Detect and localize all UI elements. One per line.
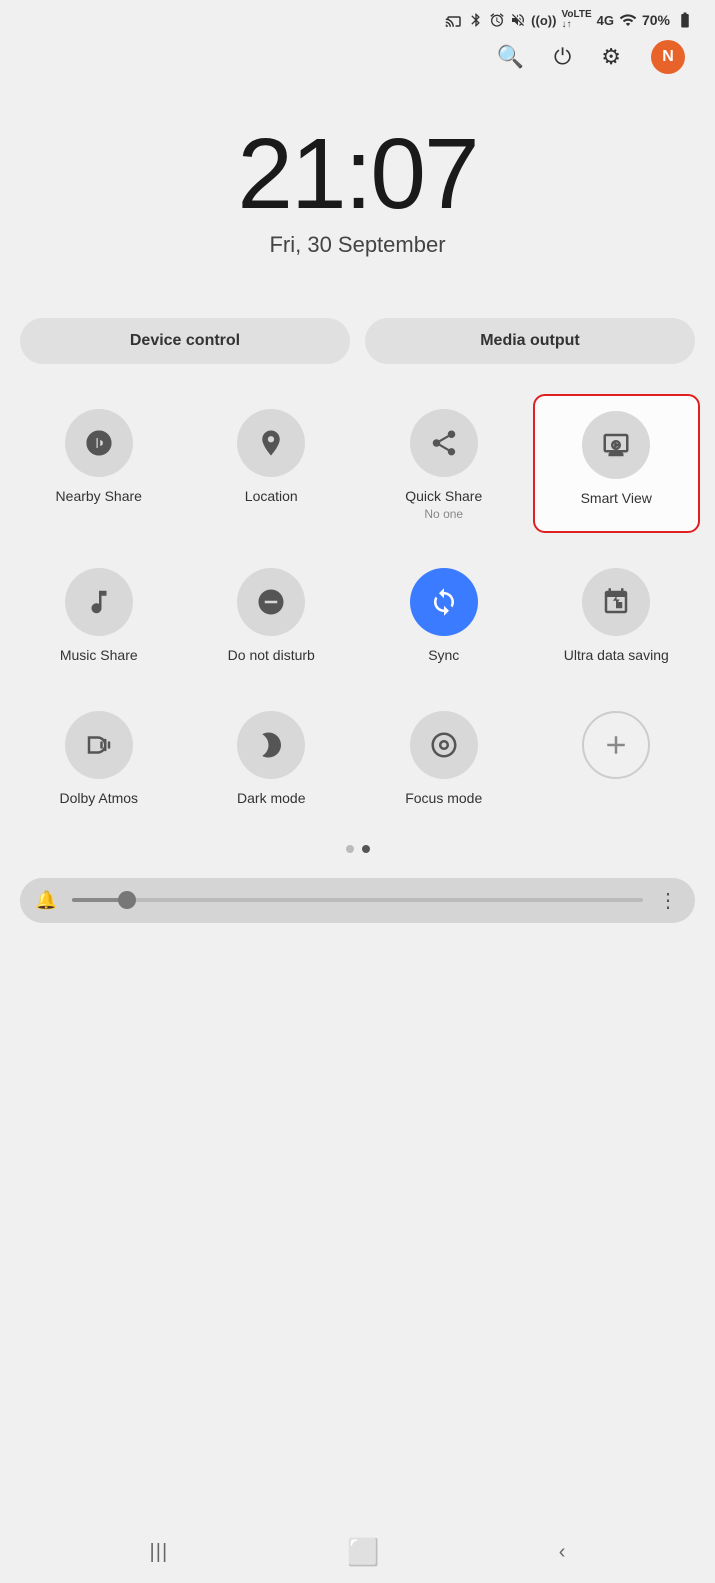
bluetooth-icon xyxy=(468,11,484,29)
ultra-data-icon xyxy=(601,587,631,617)
music-share-icon xyxy=(84,587,114,617)
volume-more-button[interactable]: ⋮ xyxy=(658,888,680,913)
volume-bar[interactable]: 🔔 ⋮ xyxy=(20,878,695,923)
clock-section: 21:07 Fri, 30 September xyxy=(0,84,715,318)
media-output-button[interactable]: Media output xyxy=(365,318,695,364)
tile-ultra-data[interactable]: Ultra data saving xyxy=(533,553,701,676)
tile-focus-mode[interactable]: Focus mode xyxy=(360,696,528,819)
sync-label: Sync xyxy=(428,646,459,664)
quick-share-icon-wrap xyxy=(410,409,478,477)
smart-view-icon xyxy=(601,430,631,460)
tile-dolby-atmos[interactable]: Dolby Atmos xyxy=(15,696,183,819)
cast-icon xyxy=(445,11,463,29)
notification-button[interactable]: N xyxy=(651,40,685,74)
nearby-share-label: Nearby Share xyxy=(56,487,142,505)
dnd-icon xyxy=(256,587,286,617)
nav-bar: ||| ⬜ ‹ xyxy=(0,1522,715,1583)
tile-smart-view[interactable]: Smart View xyxy=(533,394,701,533)
home-button[interactable]: ⬜ xyxy=(347,1537,379,1568)
sync-icon xyxy=(429,587,459,617)
location-icon-wrap xyxy=(237,409,305,477)
volte-icon: VoLTE↓↑ xyxy=(561,10,591,30)
status-bar: ((o)) VoLTE↓↑ 4G 70% xyxy=(0,0,715,35)
quick-share-label: Quick Share xyxy=(405,487,482,505)
settings-button[interactable]: ⚙ xyxy=(601,44,621,70)
volume-icon: 🔔 xyxy=(35,890,57,911)
wifi-call-icon: ((o)) xyxy=(531,13,556,28)
search-button[interactable]: 🔍 xyxy=(496,44,523,70)
device-control-button[interactable]: Device control xyxy=(20,318,350,364)
tile-do-not-disturb[interactable]: Do not disturb xyxy=(188,553,356,676)
location-pin-icon xyxy=(256,428,286,458)
quick-share-sublabel: No one xyxy=(424,507,463,521)
dolby-icon-wrap xyxy=(65,711,133,779)
dark-mode-icon-wrap xyxy=(237,711,305,779)
volume-knob[interactable] xyxy=(118,891,136,909)
tile-quick-share[interactable]: Quick Share No one xyxy=(360,394,528,533)
location-label: Location xyxy=(245,487,298,505)
dark-mode-label: Dark mode xyxy=(237,789,305,807)
tiles-row-2: Music Share Do not disturb Sync Ultra da… xyxy=(0,543,715,686)
tile-add[interactable] xyxy=(533,696,701,819)
clock-time: 21:07 xyxy=(20,124,695,224)
dot-2 xyxy=(362,845,370,853)
status-icons: ((o)) VoLTE↓↑ 4G 70% xyxy=(445,10,695,30)
dnd-icon-wrap xyxy=(237,568,305,636)
focus-mode-icon-wrap xyxy=(410,711,478,779)
tile-sync[interactable]: Sync xyxy=(360,553,528,676)
dot-1 xyxy=(346,845,354,853)
nearby-share-icon-wrap xyxy=(65,409,133,477)
page-dots xyxy=(0,830,715,873)
tiles-row-1: Nearby Share Location Quick Share No one xyxy=(0,384,715,543)
tiles-row-3: Dolby Atmos Dark mode Focus mode xyxy=(0,686,715,829)
action-bar: 🔍 ⏻ ⚙ N xyxy=(0,35,715,84)
tile-nearby-share[interactable]: Nearby Share xyxy=(15,394,183,533)
quick-share-icon xyxy=(429,428,459,458)
battery-icon xyxy=(675,11,695,29)
smart-view-icon-wrap xyxy=(582,411,650,479)
tile-dark-mode[interactable]: Dark mode xyxy=(188,696,356,819)
ultra-data-icon-wrap xyxy=(582,568,650,636)
music-share-label: Music Share xyxy=(60,646,138,664)
sync-icon-wrap xyxy=(410,568,478,636)
dolby-label: Dolby Atmos xyxy=(59,789,138,807)
4g-icon: 4G xyxy=(597,13,614,28)
quick-buttons: Device control Media output xyxy=(0,318,715,384)
add-icon xyxy=(601,730,631,760)
battery-percent: 70% xyxy=(642,12,670,28)
smart-view-label: Smart View xyxy=(581,489,652,507)
add-tile-icon-wrap xyxy=(582,711,650,779)
focus-mode-label: Focus mode xyxy=(405,789,482,807)
clock-date: Fri, 30 September xyxy=(20,232,695,258)
tile-location[interactable]: Location xyxy=(188,394,356,533)
mute-icon xyxy=(510,11,526,29)
signal-icon xyxy=(619,11,637,29)
dolby-icon xyxy=(84,730,114,760)
dnd-label: Do not disturb xyxy=(228,646,315,664)
nearby-share-icon xyxy=(84,428,114,458)
ultra-data-label: Ultra data saving xyxy=(564,646,669,664)
alarm-icon xyxy=(489,11,505,29)
tile-music-share[interactable]: Music Share xyxy=(15,553,183,676)
back-button[interactable]: ‹ xyxy=(559,1541,566,1564)
music-share-icon-wrap xyxy=(65,568,133,636)
volume-slider[interactable] xyxy=(72,898,643,902)
focus-mode-icon xyxy=(429,730,459,760)
power-button[interactable]: ⏻ xyxy=(554,44,571,70)
dark-mode-icon xyxy=(256,730,286,760)
recents-button[interactable]: ||| xyxy=(150,1541,169,1564)
add-label xyxy=(614,789,618,807)
